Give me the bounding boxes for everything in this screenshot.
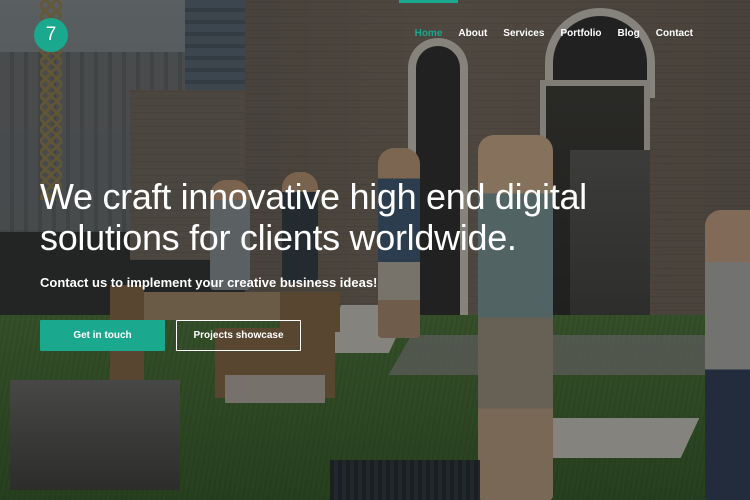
nav-item-services[interactable]: Services xyxy=(495,0,552,68)
nav-item-portfolio[interactable]: Portfolio xyxy=(552,0,609,68)
projects-showcase-button[interactable]: Projects showcase xyxy=(176,320,301,351)
hero-subtitle: Contact us to implement your creative bu… xyxy=(40,275,378,290)
nav-item-blog[interactable]: Blog xyxy=(610,0,648,68)
brand-logo[interactable]: 7 xyxy=(34,18,68,52)
get-in-touch-button[interactable]: Get in touch xyxy=(40,320,165,351)
nav-item-about[interactable]: About xyxy=(450,0,495,68)
nav-item-contact[interactable]: Contact xyxy=(648,0,701,68)
nav-item-home[interactable]: Home xyxy=(398,0,459,68)
hero-title: We craft innovative high end digital sol… xyxy=(40,176,587,258)
main-nav: Home About Services Portfolio Blog Conta… xyxy=(398,0,701,68)
logo-text: 7 xyxy=(45,24,57,45)
